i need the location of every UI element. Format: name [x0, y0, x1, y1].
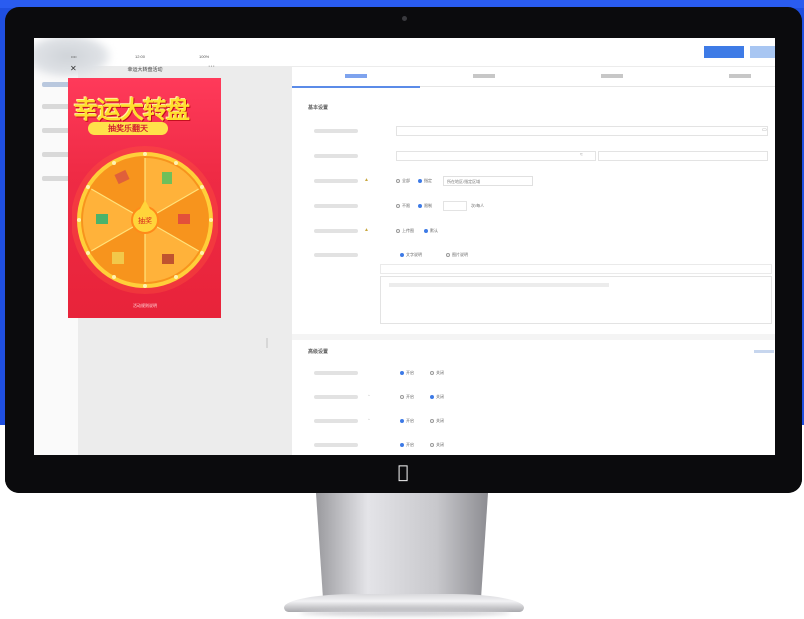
close-icon[interactable]: ✕	[70, 64, 77, 74]
tab-4[interactable]	[676, 66, 804, 86]
region-select[interactable]: 所在地区/指定区域	[443, 176, 533, 186]
sidebar-item-2[interactable]	[42, 104, 70, 109]
field-label	[314, 419, 358, 423]
adv3-off[interactable]: 关闭	[430, 418, 444, 424]
adv2-off[interactable]: 关闭	[430, 394, 444, 400]
status-time: 12:00	[135, 54, 146, 59]
radio-rules-text[interactable]: 文字说明	[400, 252, 422, 258]
stand-shadow	[300, 610, 510, 616]
sidebar-item-5[interactable]	[42, 176, 70, 181]
form-row-cover: ▲ 上传图 默认	[308, 226, 768, 236]
camera-icon	[402, 16, 407, 21]
sidebar-item-3[interactable]	[42, 128, 70, 133]
preview-scroll-handle[interactable]	[266, 338, 268, 348]
adv-row-1: 开启 关闭	[308, 368, 768, 378]
section-basic-title: 基本设置	[308, 105, 329, 111]
poster-subtitle: 抽奖乐翻天	[88, 122, 168, 135]
apple-logo-icon: 	[393, 462, 413, 484]
more-icon[interactable]: ···	[208, 63, 215, 70]
adv-row-3: ◦ 开启 关闭	[308, 416, 768, 426]
help-icon[interactable]: ▲	[364, 177, 369, 183]
field-label	[314, 253, 358, 257]
start-time-input[interactable]	[396, 151, 596, 161]
wheel-center-label: 抽奖	[138, 216, 152, 225]
section-divider	[292, 334, 775, 340]
radio-region-specific[interactable]: 指定	[418, 178, 432, 184]
adv1-off[interactable]: 关闭	[430, 370, 444, 376]
range-separator: ≈	[580, 152, 583, 158]
limit-suffix: 次/每人	[471, 203, 485, 208]
calendar-icon[interactable]: ▭	[762, 127, 767, 133]
battery-indicator: 100%	[199, 54, 210, 59]
radio-cover-default[interactable]: 默认	[424, 228, 438, 234]
form-row-time: ≈	[308, 151, 768, 161]
field-label	[314, 204, 358, 208]
tab-3[interactable]	[548, 66, 676, 86]
radio-region-all[interactable]: 全部	[396, 178, 410, 184]
sidebar-item-4[interactable]	[42, 152, 70, 157]
rules-toolbar	[380, 264, 772, 274]
field-label	[314, 229, 358, 233]
section-advanced-title: 高级设置	[308, 349, 329, 355]
adv3-on[interactable]: 开启	[400, 418, 414, 424]
adv4-on[interactable]: 开启	[400, 442, 414, 448]
scroll-indicator[interactable]	[754, 350, 774, 353]
radio-limit-yes[interactable]: 限制	[418, 203, 432, 209]
settings-tabs	[292, 66, 775, 88]
monitor-stand	[316, 493, 488, 597]
poster-title: 幸运大转盘	[74, 96, 190, 124]
adv2-on[interactable]: 开启	[400, 394, 414, 400]
end-time-input[interactable]	[598, 151, 768, 161]
rules-textarea[interactable]	[380, 276, 772, 324]
phone-page-title: 幸运大转盘活动	[127, 67, 163, 73]
save-button[interactable]	[704, 46, 744, 58]
preview-button[interactable]	[750, 46, 775, 58]
tab-1[interactable]	[292, 66, 420, 88]
field-label	[314, 154, 358, 158]
limit-count-input[interactable]	[443, 201, 467, 211]
sidebar-item-1[interactable]	[42, 82, 70, 87]
phone-status-bar: •••• 12:00 100%	[71, 52, 221, 62]
tab-2[interactable]	[420, 66, 548, 86]
lottery-poster: 幸运大转盘 抽奖乐翻天 抽奖 活动规则说明	[68, 78, 221, 318]
signal-indicator: ••••	[71, 54, 77, 59]
radio-cover-upload[interactable]: 上传图	[396, 228, 414, 234]
form-row-rules: 文字说明 图片说明	[308, 250, 768, 260]
adv-row-2: ◦ 开启 关闭	[308, 392, 768, 402]
adv1-on[interactable]: 开启	[400, 370, 414, 376]
form-row-name: ▭	[308, 126, 768, 136]
help-icon[interactable]: ◦	[368, 417, 370, 423]
help-icon[interactable]: ▲	[364, 227, 369, 233]
prize-wheel[interactable]: 抽奖	[72, 142, 218, 298]
adv4-off[interactable]: 关闭	[430, 442, 444, 448]
form-row-region: ▲ 全部 指定 所在地区/指定区域	[308, 176, 768, 186]
help-icon[interactable]: ◦	[368, 393, 370, 399]
name-input[interactable]	[396, 126, 768, 136]
radio-limit-none[interactable]: 不限	[396, 203, 410, 209]
rules-link[interactable]: 活动规则说明	[120, 302, 170, 310]
field-label	[314, 395, 358, 399]
form-row-limit: 不限 限制 次/每人	[308, 201, 768, 211]
field-label	[314, 179, 358, 183]
phone-nav-bar: ✕ 幸运大转盘活动 ···	[70, 63, 220, 76]
radio-rules-image[interactable]: 图片说明	[446, 252, 468, 258]
settings-panel: 基本设置 ▭ ≈ ▲ 全部 指定 所在地区/指定区域 不限 限制 次/每人 ▲ …	[292, 66, 775, 455]
field-label	[314, 443, 358, 447]
adv-row-4: 开启 关闭	[308, 440, 768, 450]
field-label	[314, 129, 358, 133]
field-label	[314, 371, 358, 375]
